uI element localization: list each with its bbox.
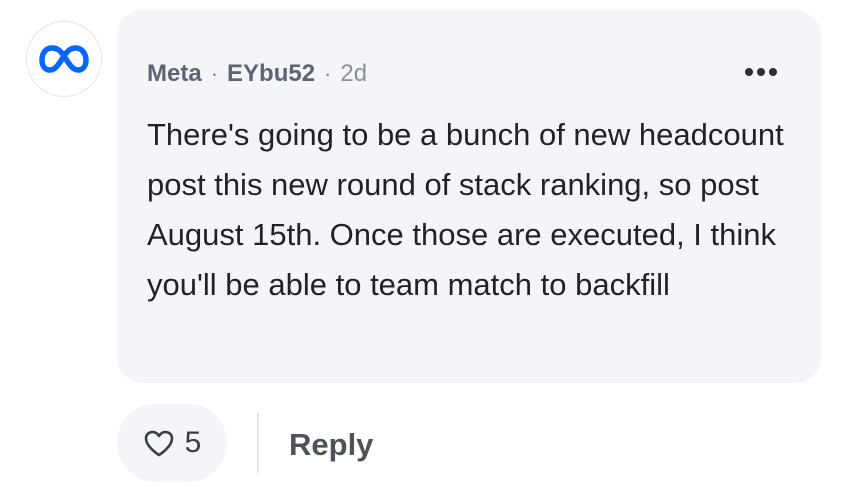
like-button[interactable]: 5 — [117, 404, 227, 482]
heart-icon — [144, 430, 173, 457]
action-divider — [257, 413, 259, 473]
comment-bubble: Meta · EYbu52 · 2d There's going to be a… — [117, 10, 821, 383]
comment-container: Meta · EYbu52 · 2d There's going to be a… — [0, 0, 856, 487]
meta-logo-icon — [39, 45, 89, 73]
comment-text: There's going to be a bunch of new headc… — [147, 117, 784, 302]
like-count: 5 — [184, 426, 202, 459]
author-username[interactable]: EYbu52 — [227, 60, 315, 88]
meta-separator: · — [210, 61, 219, 86]
meta-separator: · — [324, 61, 332, 86]
reply-button[interactable]: Reply — [289, 420, 373, 470]
comment-meta: Meta · EYbu52 · 2d — [147, 60, 367, 88]
timestamp: 2d — [340, 60, 368, 87]
more-options-icon — [745, 68, 777, 76]
more-options-button[interactable] — [741, 58, 781, 86]
avatar[interactable] — [26, 21, 102, 97]
author-company[interactable]: Meta — [147, 60, 202, 88]
